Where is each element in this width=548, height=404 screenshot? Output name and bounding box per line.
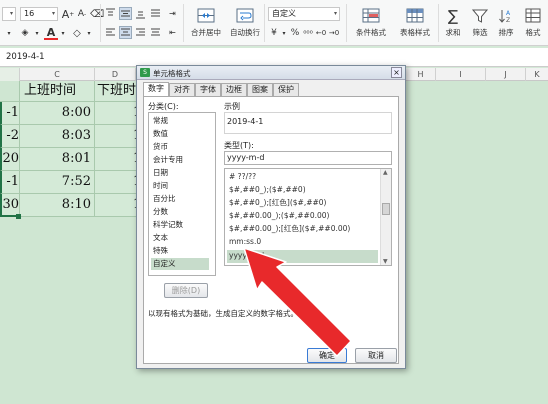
annotation-arrow-icon	[243, 247, 352, 357]
app-window: ▾ 16 ▾ A + A- ⌫ ▾ ◈ ▾ A ▾ ◇ ▾ ⇥ ⇤ 合并居中 自动换…	[0, 0, 548, 404]
